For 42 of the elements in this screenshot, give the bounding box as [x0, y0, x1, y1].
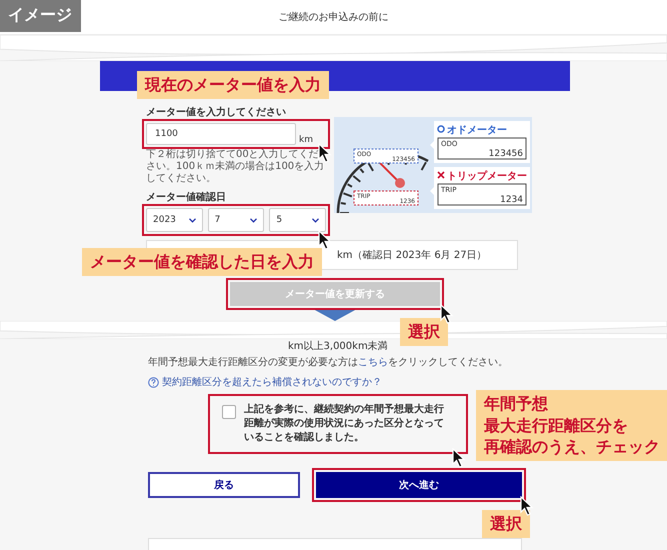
annotation-callout: 選択	[400, 318, 448, 346]
cursor-icon	[318, 230, 332, 250]
meter-input[interactable]: 1100	[146, 123, 296, 145]
meter-title: オドメーター	[447, 125, 507, 136]
distance-range-text: km以上3,000km未満	[287, 340, 388, 353]
confirm-text: 上記を参考に、継続契約の年間予想最大走行距離が実際の使用状況にあった区分となっていることを確認しました。	[244, 403, 445, 445]
cursor-icon	[520, 496, 534, 516]
readout-value: 1234	[500, 195, 523, 205]
callout-line: 再確認のうえ、チェック	[484, 436, 660, 458]
chevron-down-icon	[312, 218, 320, 222]
annotation-callout: 選択	[482, 510, 530, 538]
annotation-callout: メーター値を確認した日を入力	[82, 248, 322, 276]
field-label: メーター値確認日	[146, 190, 227, 204]
next-button[interactable]: 次へ進む	[316, 472, 522, 498]
down-arrow-icon	[313, 309, 357, 321]
callout-line: 年間予想	[484, 393, 549, 415]
select-field[interactable]: 5	[269, 208, 326, 232]
image-badge: イメージ	[0, 0, 81, 32]
help-icon	[148, 376, 159, 388]
readout-value: 123456	[488, 149, 523, 159]
select-field[interactable]: 7	[208, 208, 264, 232]
chevron-down-icon	[250, 218, 258, 222]
meter-title: トリップメーター	[447, 171, 527, 182]
here-link[interactable]: こちら	[358, 357, 388, 368]
help-link[interactable]: 契約距離区分を超えたら補償されないのですか？	[162, 375, 382, 389]
select-field[interactable]: 2023	[146, 208, 203, 232]
meter-display	[354, 148, 418, 164]
circle-icon	[437, 125, 445, 133]
meter-display	[354, 190, 418, 206]
page-title: ご継続のお申込みの前に	[278, 10, 388, 24]
chevron-down-icon	[188, 218, 196, 222]
checkbox[interactable]	[222, 405, 236, 419]
unit-label: km	[299, 135, 313, 145]
cursor-icon	[440, 304, 454, 324]
callout-line: 最大走行距離区分を	[484, 414, 629, 436]
field-label: メーター値を入力してください	[146, 106, 287, 119]
annotation-callout: 現在のメーター値を入力	[137, 71, 329, 99]
cursor-icon	[452, 448, 466, 468]
hint-text: 下２桁は切り捨てて00と入力してください。100ｋｍ未満の場合は100を入力してください。	[146, 149, 326, 185]
back-button[interactable]: 戻る	[148, 472, 300, 498]
change-note: 年間予想最大走行距離区分の変更が必要な方はこちら をクリックしてください。	[148, 356, 509, 369]
cross-icon	[437, 171, 445, 179]
